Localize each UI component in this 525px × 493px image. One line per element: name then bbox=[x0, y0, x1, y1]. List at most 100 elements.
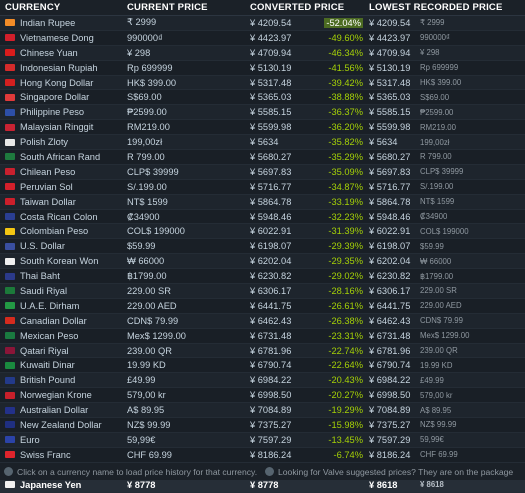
currency-cell[interactable]: Thai Baht bbox=[0, 271, 124, 281]
currency-name[interactable]: Indonesian Rupiah bbox=[20, 63, 98, 73]
currency-cell[interactable]: Euro bbox=[0, 435, 124, 445]
table-row[interactable]: Costa Rican Colon ₡34900 ¥ 5948.46 -32.23% ¥… bbox=[0, 209, 525, 225]
table-row[interactable]: South Korean Won ₩ 66000 ¥ 6202.04 -29.35% ¥… bbox=[0, 254, 525, 270]
table-row[interactable]: Polish Zloty 199,00zł ¥ 5634 -35.82% ¥ 5634 1… bbox=[0, 135, 525, 151]
currency-cell[interactable]: British Pound bbox=[0, 375, 124, 385]
currency-name[interactable]: Taiwan Dollar bbox=[20, 197, 76, 207]
currency-name[interactable]: New Zealand Dollar bbox=[20, 420, 102, 430]
currency-name[interactable]: Colombian Peso bbox=[20, 226, 88, 236]
table-row[interactable]: South African Rand R 799.00 ¥ 5680.27 -35.2… bbox=[0, 150, 525, 165]
currency-name[interactable]: Japanese Yen bbox=[20, 480, 81, 490]
converted-price: ¥ 5130.19 bbox=[250, 62, 292, 73]
lowest-price: ¥ 7597.29 bbox=[369, 434, 411, 445]
currency-cell[interactable]: Colombian Peso bbox=[0, 226, 124, 236]
table-row[interactable]: Vietnamese Dong 990000₫ ¥ 4423.97 -49.60% ¥ … bbox=[0, 30, 525, 46]
currency-name[interactable]: Chinese Yuan bbox=[20, 48, 78, 58]
currency-cell[interactable]: South African Rand bbox=[0, 152, 124, 162]
table-row[interactable]: Swiss Franc CHF 69.99 ¥ 8186.24 -6.74% ¥ 818… bbox=[0, 447, 525, 463]
currency-name[interactable]: Vietnamese Dong bbox=[20, 33, 94, 43]
currency-name[interactable]: South African Rand bbox=[20, 152, 100, 162]
lowest-local-price: 990000₫ bbox=[420, 33, 451, 43]
currency-cell[interactable]: Chilean Peso bbox=[0, 167, 124, 177]
currency-cell[interactable]: Vietnamese Dong bbox=[0, 33, 124, 43]
currency-name[interactable]: U.A.E. Dirham bbox=[20, 301, 79, 311]
table-row[interactable]: Kuwaiti Dinar 19.99 KD ¥ 6790.74 -22.64% ¥ 6… bbox=[0, 358, 525, 374]
currency-cell[interactable]: Hong Kong Dollar bbox=[0, 78, 124, 88]
currency-name[interactable]: Costa Rican Colon bbox=[20, 212, 98, 222]
currency-cell[interactable]: U.A.E. Dirham bbox=[0, 301, 124, 311]
table-row[interactable]: British Pound £49.99 ¥ 6984.22 -20.43% ¥ 698… bbox=[0, 373, 525, 389]
table-row[interactable]: Taiwan Dollar NT$ 1599 ¥ 5864.78 -33.19% ¥ 5… bbox=[0, 194, 525, 210]
currency-cell[interactable]: New Zealand Dollar bbox=[0, 420, 124, 430]
currency-cell[interactable]: Philippine Peso bbox=[0, 107, 124, 117]
table-row[interactable]: Australian Dollar A$ 89.95 ¥ 7084.89 -19.29… bbox=[0, 403, 525, 419]
currency-name[interactable]: Peruvian Sol bbox=[20, 182, 73, 192]
currency-cell[interactable]: Malaysian Ringgit bbox=[0, 122, 124, 132]
currency-name[interactable]: South Korean Won bbox=[20, 256, 98, 266]
currency-name[interactable]: Philippine Peso bbox=[20, 107, 84, 117]
currency-name[interactable]: Swiss Franc bbox=[20, 450, 71, 460]
currency-name[interactable]: U.S. Dollar bbox=[20, 241, 65, 251]
table-row[interactable]: Colombian Peso COL$ 199000 ¥ 6022.91 -31.39… bbox=[0, 224, 525, 240]
currency-cell[interactable]: Peruvian Sol bbox=[0, 182, 124, 192]
table-row[interactable]: Indian Rupee ₹ 2999 ¥ 4209.54 -52.04% ¥ 4209… bbox=[0, 16, 525, 31]
currency-name[interactable]: Canadian Dollar bbox=[20, 316, 87, 326]
table-row[interactable]: U.A.E. Dirham 229.00 AED ¥ 6441.75 -26.61% ¥… bbox=[0, 298, 525, 314]
currency-name[interactable]: Mexican Peso bbox=[20, 331, 78, 341]
currency-cell[interactable]: Polish Zloty bbox=[0, 137, 124, 147]
currency-cell[interactable]: Australian Dollar bbox=[0, 405, 124, 415]
currency-cell[interactable]: Swiss Franc bbox=[0, 450, 124, 460]
currency-cell[interactable]: Japanese Yen bbox=[0, 480, 124, 490]
table-row[interactable]: Chilean Peso CLP$ 39999 ¥ 5697.83 -35.09% ¥ … bbox=[0, 164, 525, 180]
table-row[interactable]: Euro 59,99€ ¥ 7597.29 -13.45% ¥ 7597.29 59,99… bbox=[0, 432, 525, 448]
currency-cell[interactable]: Taiwan Dollar bbox=[0, 197, 124, 207]
table-row[interactable]: Indonesian Rupiah Rp 699999 ¥ 5130.19 -41.5… bbox=[0, 60, 525, 76]
currency-name[interactable]: Chilean Peso bbox=[20, 167, 75, 177]
table-row[interactable]: Canadian Dollar CDN$ 79.99 ¥ 6462.43 -26.38… bbox=[0, 313, 525, 329]
currency-cell[interactable]: Indian Rupee bbox=[0, 18, 124, 28]
flag-icon bbox=[5, 227, 15, 235]
currency-cell[interactable]: Kuwaiti Dinar bbox=[0, 360, 124, 370]
currency-name[interactable]: Malaysian Ringgit bbox=[20, 122, 93, 132]
table-row[interactable]: U.S. Dollar $59.99 ¥ 6198.07 -29.39% ¥ 6198.… bbox=[0, 239, 525, 255]
table-row[interactable]: Chinese Yuan ¥ 298 ¥ 4709.94 -46.34% ¥ 4709.… bbox=[0, 45, 525, 61]
currency-cell[interactable]: Canadian Dollar bbox=[0, 316, 124, 326]
currency-name[interactable]: British Pound bbox=[20, 375, 75, 385]
header-currency[interactable]: CURRENCY bbox=[0, 2, 124, 13]
currency-name[interactable]: Polish Zloty bbox=[20, 137, 68, 147]
currency-name[interactable]: Thai Baht bbox=[20, 271, 60, 281]
table-row[interactable]: Malaysian Ringgit RM219.00 ¥ 5599.98 -36.20… bbox=[0, 120, 525, 136]
currency-cell[interactable]: U.S. Dollar bbox=[0, 241, 124, 251]
currency-name[interactable]: Saudi Riyal bbox=[20, 286, 67, 296]
table-row[interactable]: Hong Kong Dollar HK$ 399.00 ¥ 5317.48 -39.4… bbox=[0, 75, 525, 91]
currency-name[interactable]: Euro bbox=[20, 435, 40, 445]
table-row[interactable]: Saudi Riyal 229.00 SR ¥ 6306.17 -28.16% ¥ 63… bbox=[0, 284, 525, 299]
currency-cell[interactable]: Qatari Riyal bbox=[0, 346, 124, 356]
currency-cell[interactable]: Singapore Dollar bbox=[0, 92, 124, 102]
table-row[interactable]: Singapore Dollar S$69.00 ¥ 5365.03 -38.88% ¥… bbox=[0, 90, 525, 106]
header-lowest-price[interactable]: LOWEST RECORDED PRICE bbox=[365, 2, 525, 13]
currency-cell[interactable]: Saudi Riyal bbox=[0, 286, 124, 296]
table-row[interactable]: Philippine Peso ₱2599.00 ¥ 5585.15 -36.37% ¥… bbox=[0, 105, 525, 121]
table-row[interactable]: Mexican Peso Mex$ 1299.00 ¥ 6731.48 -23.31%… bbox=[0, 328, 525, 344]
currency-cell[interactable]: South Korean Won bbox=[0, 256, 124, 266]
currency-cell[interactable]: Indonesian Rupiah bbox=[0, 63, 124, 73]
table-row[interactable]: New Zealand Dollar NZ$ 99.99 ¥ 7375.27 -15.… bbox=[0, 418, 525, 433]
currency-name[interactable]: Australian Dollar bbox=[20, 405, 88, 415]
currency-name[interactable]: Qatari Riyal bbox=[20, 346, 69, 356]
currency-name[interactable]: Kuwaiti Dinar bbox=[20, 360, 75, 370]
currency-cell[interactable]: Mexican Peso bbox=[0, 331, 124, 341]
currency-cell[interactable]: Chinese Yuan bbox=[0, 48, 124, 58]
header-current-price[interactable]: CURRENT PRICE bbox=[124, 2, 247, 13]
table-row[interactable]: Norwegian Krone 579,00 kr ¥ 6998.50 -20.27%… bbox=[0, 388, 525, 404]
currency-name[interactable]: Hong Kong Dollar bbox=[20, 78, 93, 88]
table-row[interactable]: Qatari Riyal 239.00 QR ¥ 6781.96 -22.74% ¥ 6… bbox=[0, 343, 525, 359]
table-row[interactable]: Peruvian Sol S/.199.00 ¥ 5716.77 -34.87% ¥ 5… bbox=[0, 179, 525, 195]
currency-cell[interactable]: Norwegian Krone bbox=[0, 390, 124, 400]
currency-name[interactable]: Singapore Dollar bbox=[20, 92, 89, 102]
currency-name[interactable]: Norwegian Krone bbox=[20, 390, 92, 400]
currency-name[interactable]: Indian Rupee bbox=[20, 18, 75, 28]
table-row[interactable]: Thai Baht ฿1799.00 ¥ 6230.82 -29.02% ¥ 6230.… bbox=[0, 269, 525, 285]
header-converted-price[interactable]: CONVERTED PRICE bbox=[247, 2, 365, 13]
currency-cell[interactable]: Costa Rican Colon bbox=[0, 212, 124, 222]
